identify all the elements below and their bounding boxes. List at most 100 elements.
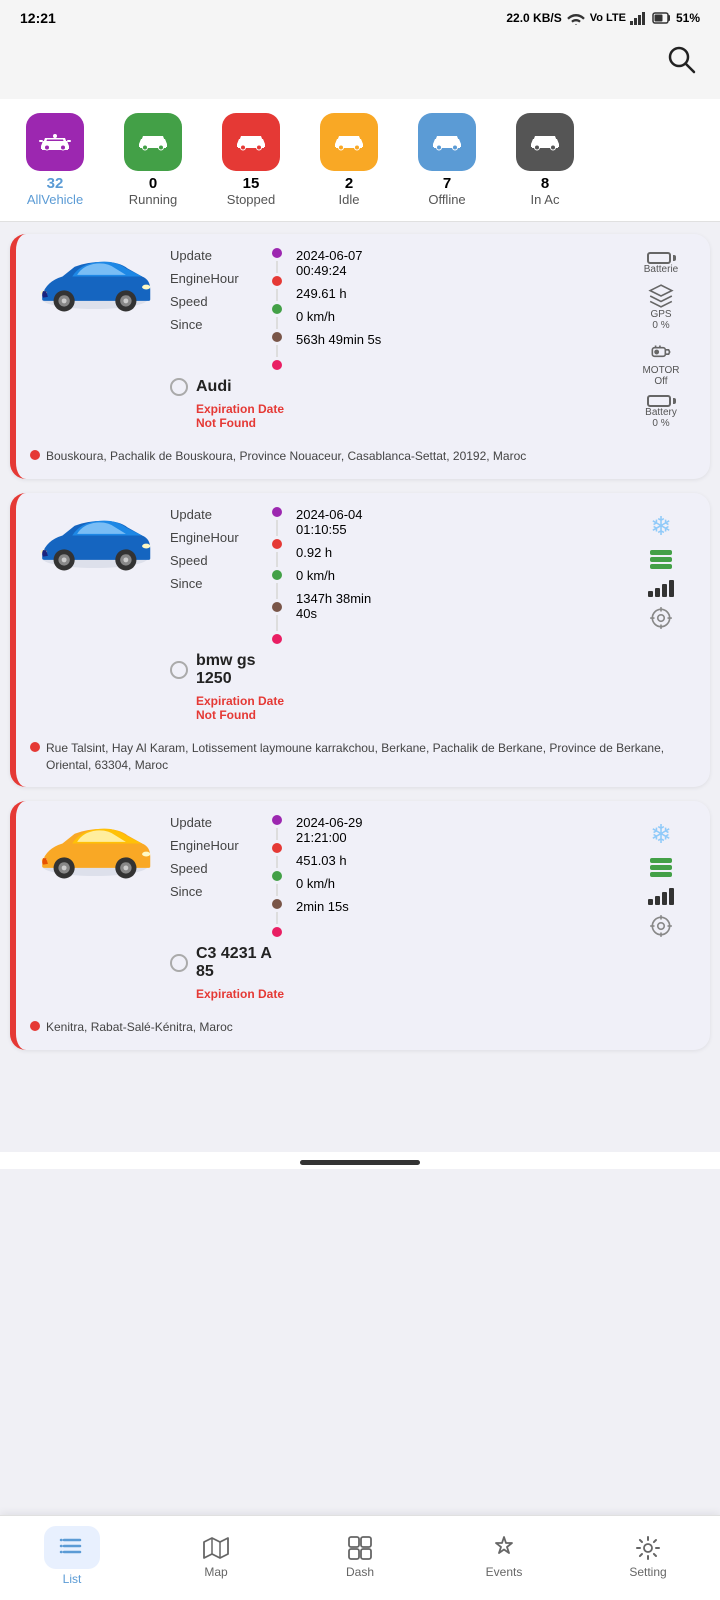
audi-address: Bouskoura, Pachalik de Bouskoura, Provin… bbox=[16, 440, 710, 479]
audi-update: 2024-06-0700:49:24 bbox=[296, 248, 616, 278]
car-image-c3 bbox=[30, 815, 160, 885]
c3-label-enginehour: EngineHour bbox=[170, 838, 258, 853]
tab-running-count: 0 bbox=[149, 175, 157, 192]
c3-side-icons: ❄ bbox=[626, 815, 696, 939]
label-update: Update bbox=[170, 248, 258, 263]
nav-events-label: Events bbox=[486, 1565, 523, 1579]
tab-inac[interactable]: 8 In Ac bbox=[500, 113, 590, 207]
nav-setting[interactable]: Setting bbox=[608, 1534, 688, 1579]
c3-target-icon bbox=[648, 913, 674, 939]
tab-idle-count: 2 bbox=[345, 175, 353, 192]
nav-list-label: List bbox=[63, 1572, 82, 1586]
signal-icon bbox=[630, 11, 648, 25]
bmw-expiry: Expiration DateNot Found bbox=[196, 694, 616, 722]
label-enginehour: EngineHour bbox=[170, 271, 258, 286]
c3-snowflake-icon: ❄ bbox=[650, 819, 672, 850]
c3-battery-icon bbox=[650, 858, 672, 877]
label-speed: Speed bbox=[170, 294, 258, 309]
tab-running[interactable]: 0 Running bbox=[108, 113, 198, 207]
vehicle-card-c3[interactable]: Update EngineHour Speed Since bbox=[10, 801, 710, 1050]
status-right: 22.0 KB/S Vo LTE 51% bbox=[506, 11, 700, 25]
car-image-bmw bbox=[30, 507, 160, 577]
audi-since: 563h 49min 5s bbox=[296, 332, 616, 347]
battery-status-icon bbox=[652, 11, 672, 25]
tab-offline-label: Offline bbox=[428, 192, 465, 207]
audi-name-row: Audi bbox=[170, 378, 616, 396]
c3-label-since: Since bbox=[170, 884, 258, 899]
tab-stopped[interactable]: 15 Stopped bbox=[206, 113, 296, 207]
header bbox=[0, 32, 720, 99]
tab-running-label: Running bbox=[129, 192, 177, 207]
tab-idle-label: Idle bbox=[339, 192, 360, 207]
audi-speed: 0 km/h bbox=[296, 309, 616, 324]
category-tabs: 32 AllVehicle 0 Running 15 Stopped 2 Idl… bbox=[0, 99, 720, 222]
bmw-snowflake-icon: ❄ bbox=[650, 511, 672, 542]
c3-enginehour: 451.03 h bbox=[296, 853, 616, 868]
bmw-label-enginehour: EngineHour bbox=[170, 530, 258, 545]
bmw-label-speed: Speed bbox=[170, 553, 258, 568]
bmw-since: 1347h 38min40s bbox=[296, 591, 616, 621]
c3-radio[interactable] bbox=[170, 954, 188, 972]
bmw-label-update: Update bbox=[170, 507, 258, 522]
tab-idle[interactable]: 2 Idle bbox=[304, 113, 394, 207]
wifi-icon bbox=[566, 11, 586, 25]
c3-signal-icon bbox=[648, 885, 674, 905]
search-button[interactable] bbox=[664, 42, 700, 85]
c3-since: 2min 15s bbox=[296, 899, 616, 914]
nav-dash[interactable]: Dash bbox=[320, 1534, 400, 1579]
card-info-c3: Update EngineHour Speed Since bbox=[170, 815, 616, 1001]
bmw-label-since: Since bbox=[170, 576, 258, 591]
bmw-battery-icon bbox=[650, 550, 672, 569]
c3-speed: 0 km/h bbox=[296, 876, 616, 891]
audi-enginehour: 249.61 h bbox=[296, 286, 616, 301]
tab-offline[interactable]: 7 Offline bbox=[402, 113, 492, 207]
network-speed: 22.0 KB/S bbox=[506, 11, 561, 25]
vehicle-card-audi[interactable]: Update EngineHour Speed Since bbox=[10, 234, 710, 479]
audi-batterie-icon: Batterie bbox=[644, 252, 678, 275]
nav-setting-label: Setting bbox=[629, 1565, 666, 1579]
tab-stopped-count: 15 bbox=[243, 175, 260, 192]
bmw-name: bmw gs1250 bbox=[196, 652, 256, 688]
home-indicator bbox=[0, 1152, 720, 1169]
bottom-nav: List Map Dash Events Setting bbox=[0, 1515, 720, 1600]
tab-all-vehicle[interactable]: 32 AllVehicle bbox=[10, 113, 100, 207]
c3-name-row: C3 4231 A85 bbox=[170, 945, 616, 981]
nav-dash-label: Dash bbox=[346, 1565, 374, 1579]
bmw-speed: 0 km/h bbox=[296, 568, 616, 583]
nav-list[interactable]: List bbox=[32, 1526, 112, 1586]
bmw-enginehour: 0.92 h bbox=[296, 545, 616, 560]
bmw-signal-icon bbox=[648, 577, 674, 597]
tab-inac-label: In Ac bbox=[531, 192, 560, 207]
card-info-audi: Update EngineHour Speed Since bbox=[170, 248, 616, 430]
nav-map-label: Map bbox=[204, 1565, 227, 1579]
tab-stopped-label: Stopped bbox=[227, 192, 275, 207]
audi-motor-icon: MOTOR Off bbox=[642, 339, 679, 387]
bmw-name-row: bmw gs1250 bbox=[170, 652, 616, 688]
bmw-side-icons: ❄ bbox=[626, 507, 696, 631]
c3-label-speed: Speed bbox=[170, 861, 258, 876]
car-image-audi bbox=[30, 248, 160, 318]
status-bar: 12:21 22.0 KB/S Vo LTE 51% bbox=[0, 0, 720, 32]
tab-all-count: 32 bbox=[47, 175, 64, 192]
c3-name: C3 4231 A85 bbox=[196, 945, 272, 981]
lte-indicator: Vo LTE bbox=[590, 12, 626, 24]
c3-address: Kenitra, Rabat-Salé-Kénitra, Maroc bbox=[16, 1011, 710, 1050]
c3-update: 2024-06-2921:21:00 bbox=[296, 815, 616, 845]
audi-name: Audi bbox=[196, 378, 232, 396]
c3-expiry: Expiration Date bbox=[196, 987, 616, 1001]
bmw-address: Rue Talsint, Hay Al Karam, Lotissement l… bbox=[16, 732, 710, 788]
status-time: 12:21 bbox=[20, 10, 56, 26]
bmw-target-icon bbox=[648, 605, 674, 631]
audi-gps-icon: GPS 0 % bbox=[648, 283, 674, 331]
vehicle-list: Update EngineHour Speed Since bbox=[0, 222, 720, 1062]
vehicle-card-bmw[interactable]: Update EngineHour Speed Since bbox=[10, 493, 710, 788]
card-info-bmw: Update EngineHour Speed Since bbox=[170, 507, 616, 722]
label-since: Since bbox=[170, 317, 258, 332]
bmw-update: 2024-06-0401:10:55 bbox=[296, 507, 616, 537]
bmw-radio[interactable] bbox=[170, 661, 188, 679]
tab-all-label: AllVehicle bbox=[27, 192, 83, 207]
c3-label-update: Update bbox=[170, 815, 258, 830]
nav-events[interactable]: Events bbox=[464, 1534, 544, 1579]
nav-map[interactable]: Map bbox=[176, 1534, 256, 1579]
audi-radio[interactable] bbox=[170, 378, 188, 396]
